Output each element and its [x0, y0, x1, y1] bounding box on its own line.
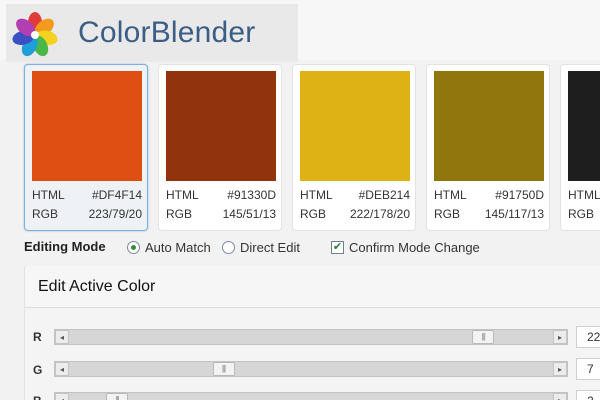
logo[interactable]: ColorBlender — [6, 4, 298, 62]
radio-unselected-icon[interactable] — [222, 240, 235, 254]
html-label: HTML — [434, 188, 467, 202]
html-label: HTML — [568, 188, 600, 202]
panel-header: Edit Active Color — [25, 266, 600, 308]
slider-thumb[interactable]: ||| — [212, 362, 235, 376]
swatch-4[interactable]: HTML #91750D RGB 145/117/13 — [426, 64, 550, 231]
html-value: #91750D — [495, 188, 544, 202]
html-label: HTML — [32, 188, 65, 202]
app-header: ColorBlender — [0, 0, 600, 62]
swatch-color — [166, 71, 276, 181]
auto-match-radio[interactable]: Auto Match — [127, 238, 211, 256]
swatch-rgb-row: RGB — [568, 207, 600, 223]
rgb-label: RGB — [166, 207, 193, 221]
panel-title: Edit Active Color — [38, 278, 156, 295]
rgb-label: RGB — [32, 207, 59, 221]
rgb-value: 145/117/13 — [484, 207, 544, 221]
slider-thumb[interactable]: ||| — [106, 393, 129, 400]
swatch-rgb-row: RGB 145/51/13 — [166, 207, 276, 223]
slider-thumb[interactable]: ||| — [472, 330, 495, 344]
color-flower-logo-icon — [12, 12, 58, 57]
html-value: #DEB214 — [358, 188, 410, 202]
swatch-html-row: HTML #DF4F14 — [32, 188, 142, 204]
rgb-label: RGB — [568, 207, 595, 221]
rgb-value: 222/178/20 — [349, 207, 410, 221]
confirm-mode-change-label: Confirm Mode Change — [349, 239, 480, 255]
swatch-5[interactable]: HTML RGB — [560, 64, 600, 231]
swatch-rgb-row: RGB 145/117/13 — [434, 207, 544, 223]
editing-mode-label: Editing Mode — [24, 239, 106, 254]
html-label: HTML — [300, 188, 333, 202]
swatch-html-row: HTML — [568, 188, 600, 204]
swatch-3[interactable]: HTML #DEB214 RGB 222/178/20 — [292, 64, 416, 231]
swatch-color — [32, 71, 142, 181]
html-label: HTML — [166, 188, 199, 202]
checkbox-checked-icon[interactable]: ✔ — [331, 240, 344, 254]
radio-selected-icon[interactable] — [127, 240, 140, 254]
rgb-label: RGB — [434, 207, 461, 221]
swatch-color — [434, 71, 544, 181]
slider-right-arrow-icon[interactable]: ▸ — [553, 362, 567, 376]
swatch-rgb-row: RGB 223/79/20 — [32, 207, 142, 223]
html-value: #91330D — [227, 188, 276, 202]
slider-r[interactable]: ◂ ||| ▸ — [54, 329, 568, 345]
editing-mode-bar: Editing Mode Auto Match Direct Edit ✔ Co… — [24, 238, 584, 256]
channel-label-g: G — [33, 363, 43, 377]
rgb-value: 223/79/20 — [88, 207, 142, 221]
app-title: ColorBlender — [78, 16, 256, 49]
html-value: #DF4F14 — [91, 188, 142, 202]
confirm-mode-change-checkbox[interactable]: ✔ Confirm Mode Change — [331, 238, 480, 256]
channel-label-r: R — [33, 330, 42, 344]
swatch-html-row: HTML #91330D — [166, 188, 276, 204]
swatch-rgb-row: RGB 222/178/20 — [300, 207, 410, 223]
auto-match-label: Auto Match — [145, 239, 211, 255]
channel-label-b: B — [33, 394, 42, 400]
b-value-input[interactable]: 2 — [576, 390, 600, 400]
swatch-html-row: HTML #DEB214 — [300, 188, 410, 204]
swatch-html-row: HTML #91750D — [434, 188, 544, 204]
slider-left-arrow-icon[interactable]: ◂ — [55, 393, 69, 400]
r-value-input[interactable]: 22 — [576, 326, 600, 348]
swatch-color — [300, 71, 410, 181]
direct-edit-radio[interactable]: Direct Edit — [222, 238, 300, 256]
slider-right-arrow-icon[interactable]: ▸ — [553, 393, 567, 400]
swatch-1[interactable]: HTML #DF4F14 RGB 223/79/20 — [24, 64, 148, 231]
rgb-label: RGB — [300, 207, 327, 221]
slider-b[interactable]: ◂ ||| ▸ — [54, 392, 568, 400]
slider-left-arrow-icon[interactable]: ◂ — [55, 330, 69, 344]
slider-left-arrow-icon[interactable]: ◂ — [55, 362, 69, 376]
rgb-value: 145/51/13 — [222, 207, 276, 221]
swatch-color — [568, 71, 600, 181]
swatch-2[interactable]: HTML #91330D RGB 145/51/13 — [158, 64, 282, 231]
slider-g[interactable]: ◂ ||| ▸ — [54, 361, 568, 377]
direct-edit-label: Direct Edit — [240, 239, 300, 255]
slider-right-arrow-icon[interactable]: ▸ — [553, 330, 567, 344]
g-value-input[interactable]: 7 — [576, 358, 600, 380]
